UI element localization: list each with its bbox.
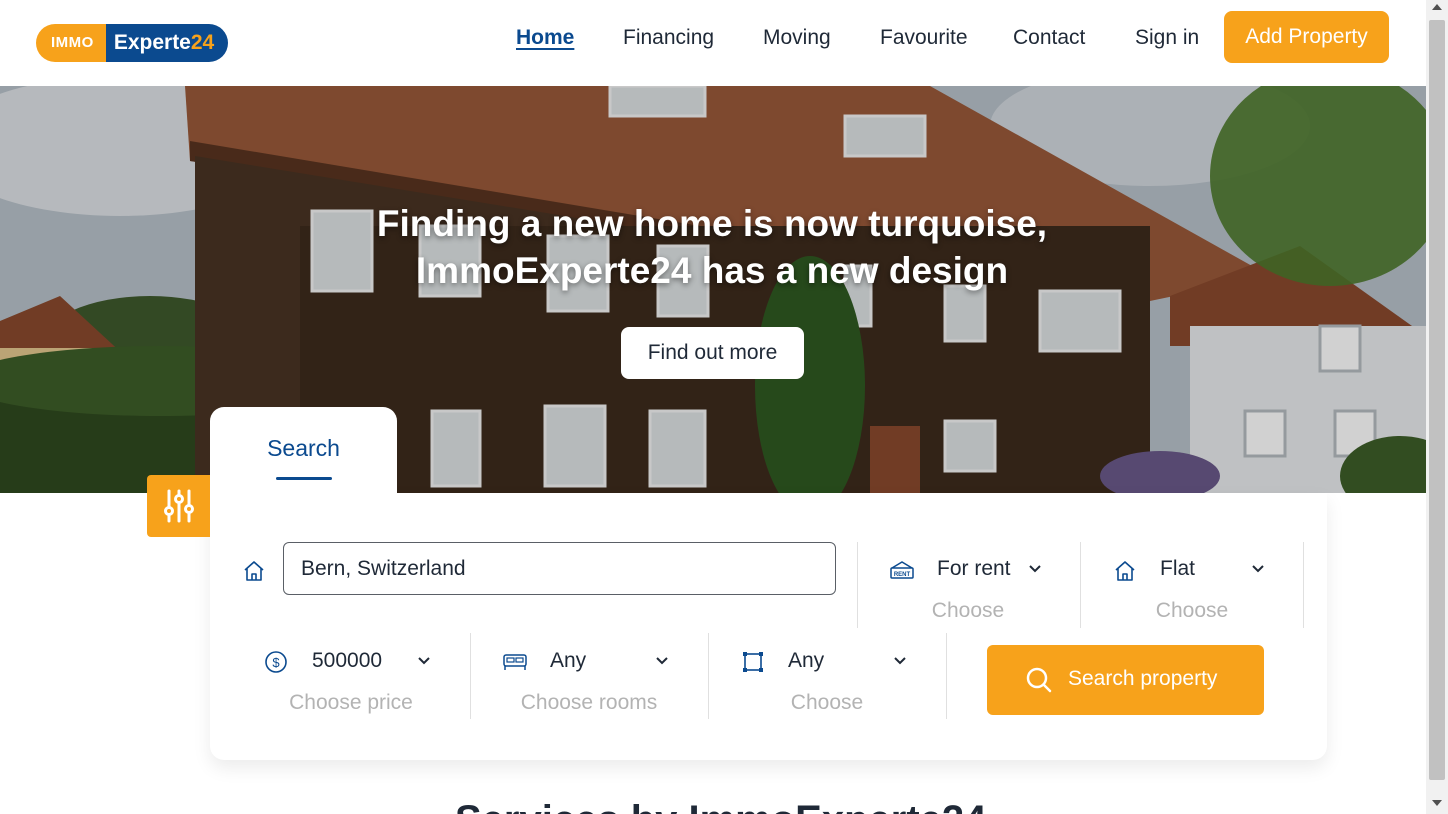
search-tab-label: Search — [267, 435, 340, 461]
nav-home[interactable]: Home — [516, 26, 574, 50]
scroll-down-arrow-icon[interactable] — [1431, 798, 1443, 808]
home-icon — [244, 561, 264, 581]
divider — [708, 633, 709, 719]
scrollbar-thumb[interactable] — [1429, 20, 1445, 780]
site-header: IMMO Experte24 Home Financing Moving Fav… — [0, 0, 1426, 86]
rooms-hint: Choose rooms — [520, 691, 658, 714]
property-type-hint: Choose — [1155, 599, 1229, 622]
nav-contact[interactable]: Contact — [1013, 26, 1085, 50]
price-hint: Choose price — [289, 691, 413, 714]
area-select[interactable]: Any — [788, 649, 824, 673]
logo-experte-text: Experte24 — [105, 24, 229, 62]
search-icon — [1026, 667, 1052, 693]
filter-button[interactable] — [147, 475, 210, 537]
logo-immo-text: IMMO — [36, 24, 106, 62]
chevron-down-icon[interactable] — [655, 656, 669, 666]
deal-type-select[interactable]: For rent — [937, 557, 1011, 581]
divider — [470, 633, 471, 719]
divider — [857, 542, 858, 628]
hero-title-line-2: ImmoExperte24 has a new design — [415, 250, 1009, 291]
hero-title-line-1: Finding a new home is now turquoise, — [376, 203, 1048, 244]
divider — [946, 633, 947, 719]
dollar-icon: $ — [265, 651, 287, 673]
deal-type-hint: Choose — [931, 599, 1005, 622]
add-property-button[interactable]: Add Property — [1224, 11, 1389, 63]
divider — [1080, 542, 1081, 628]
find-out-more-button[interactable]: Find out more — [621, 327, 804, 379]
rooms-select[interactable]: Any — [550, 649, 586, 673]
search-property-button[interactable]: Search property — [987, 645, 1264, 715]
bed-icon — [503, 654, 527, 670]
area-hint: Choose — [790, 691, 864, 714]
services-heading: Services by ImmoExperte24 — [455, 798, 986, 814]
nav-moving[interactable]: Moving — [763, 26, 831, 50]
search-tab-indicator — [276, 477, 332, 480]
nav-financing[interactable]: Financing — [623, 26, 714, 50]
nav-favourite[interactable]: Favourite — [880, 26, 968, 50]
price-select[interactable]: 500000 — [312, 649, 382, 673]
nav-sign-in[interactable]: Sign in — [1135, 26, 1199, 50]
home-icon — [1115, 561, 1135, 581]
chevron-down-icon[interactable] — [1251, 564, 1265, 574]
logo[interactable]: IMMO Experte24 — [36, 24, 229, 62]
chevron-down-icon[interactable] — [417, 656, 431, 666]
divider — [1303, 542, 1304, 628]
search-property-label: Search property — [1068, 667, 1218, 690]
sliders-icon — [164, 489, 194, 523]
hero-title: Finding a new home is now turquoise, Imm… — [300, 200, 1124, 294]
chevron-down-icon[interactable] — [1028, 564, 1042, 574]
chevron-down-icon[interactable] — [893, 656, 907, 666]
scroll-up-arrow-icon[interactable] — [1431, 2, 1443, 12]
svg-text:RENT: RENT — [894, 572, 911, 578]
square-area-icon — [743, 652, 763, 672]
property-type-select[interactable]: Flat — [1160, 557, 1195, 581]
search-tab[interactable]: Search — [210, 407, 397, 507]
search-panel — [210, 493, 1327, 760]
location-input[interactable] — [283, 542, 836, 595]
rent-sign-icon: RENT — [890, 561, 914, 579]
svg-text:$: $ — [272, 655, 280, 670]
